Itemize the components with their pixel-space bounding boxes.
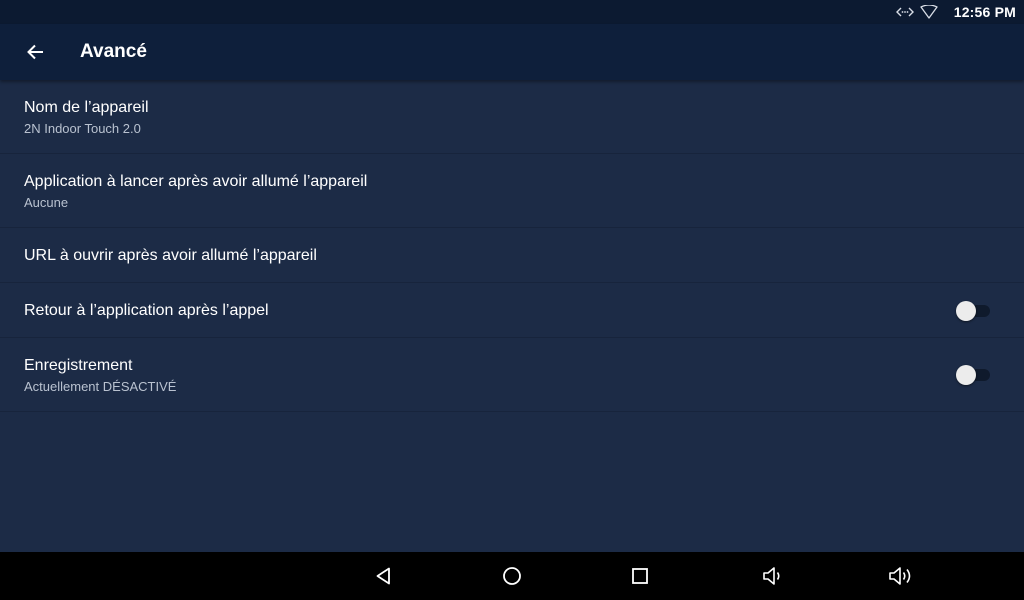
setting-title: Application à lancer après avoir allumé …	[24, 173, 368, 190]
setting-title: URL à ouvrir après avoir allumé l’appare…	[24, 247, 317, 264]
status-time: 12:56 PM	[953, 4, 1016, 20]
nav-volume-down-button[interactable]	[750, 552, 798, 600]
status-bar: 12:56 PM	[0, 0, 1024, 24]
setting-title: Retour à l’application après l’appel	[24, 302, 269, 319]
page-title: Avancé	[80, 41, 147, 62]
setting-title: Nom de l’appareil	[24, 99, 149, 116]
setting-launch-url[interactable]: URL à ouvrir après avoir allumé l’appare…	[0, 228, 1024, 283]
toggle-thumb	[956, 365, 976, 385]
setting-launch-app[interactable]: Application à lancer après avoir allumé …	[0, 154, 1024, 228]
recents-square-icon	[631, 567, 649, 585]
navigation-bar	[0, 552, 1024, 600]
screen: 12:56 PM Avancé Nom de l’appareil 2N Ind…	[0, 0, 1024, 600]
setting-title: Enregistrement	[24, 357, 133, 374]
nav-home-button[interactable]	[488, 552, 536, 600]
recording-toggle[interactable]	[956, 364, 990, 385]
setting-recording[interactable]: Enregistrement Actuellement DÉSACTIVÉ	[0, 338, 1024, 412]
ethernet-icon	[895, 5, 914, 19]
home-circle-icon	[502, 566, 522, 586]
nav-back-button[interactable]	[360, 552, 408, 600]
return-after-call-toggle[interactable]	[956, 300, 990, 321]
arrow-left-icon	[26, 42, 46, 62]
setting-return-after-call[interactable]: Retour à l’application après l’appel	[0, 283, 1024, 338]
setting-subtitle: Aucune	[24, 195, 69, 210]
settings-list: Nom de l’appareil 2N Indoor Touch 2.0 Ap…	[0, 80, 1024, 552]
back-button[interactable]	[8, 24, 64, 80]
setting-subtitle: 2N Indoor Touch 2.0	[24, 121, 141, 136]
wifi-icon	[920, 5, 938, 19]
volume-up-icon	[888, 565, 916, 587]
volume-down-icon	[762, 565, 786, 587]
back-triangle-icon	[374, 566, 394, 586]
app-bar: Avancé	[0, 24, 1024, 80]
nav-recents-button[interactable]	[616, 552, 664, 600]
toggle-thumb	[956, 301, 976, 321]
nav-volume-up-button[interactable]	[878, 552, 926, 600]
setting-device-name[interactable]: Nom de l’appareil 2N Indoor Touch 2.0	[0, 80, 1024, 154]
setting-subtitle: Actuellement DÉSACTIVÉ	[24, 379, 177, 394]
